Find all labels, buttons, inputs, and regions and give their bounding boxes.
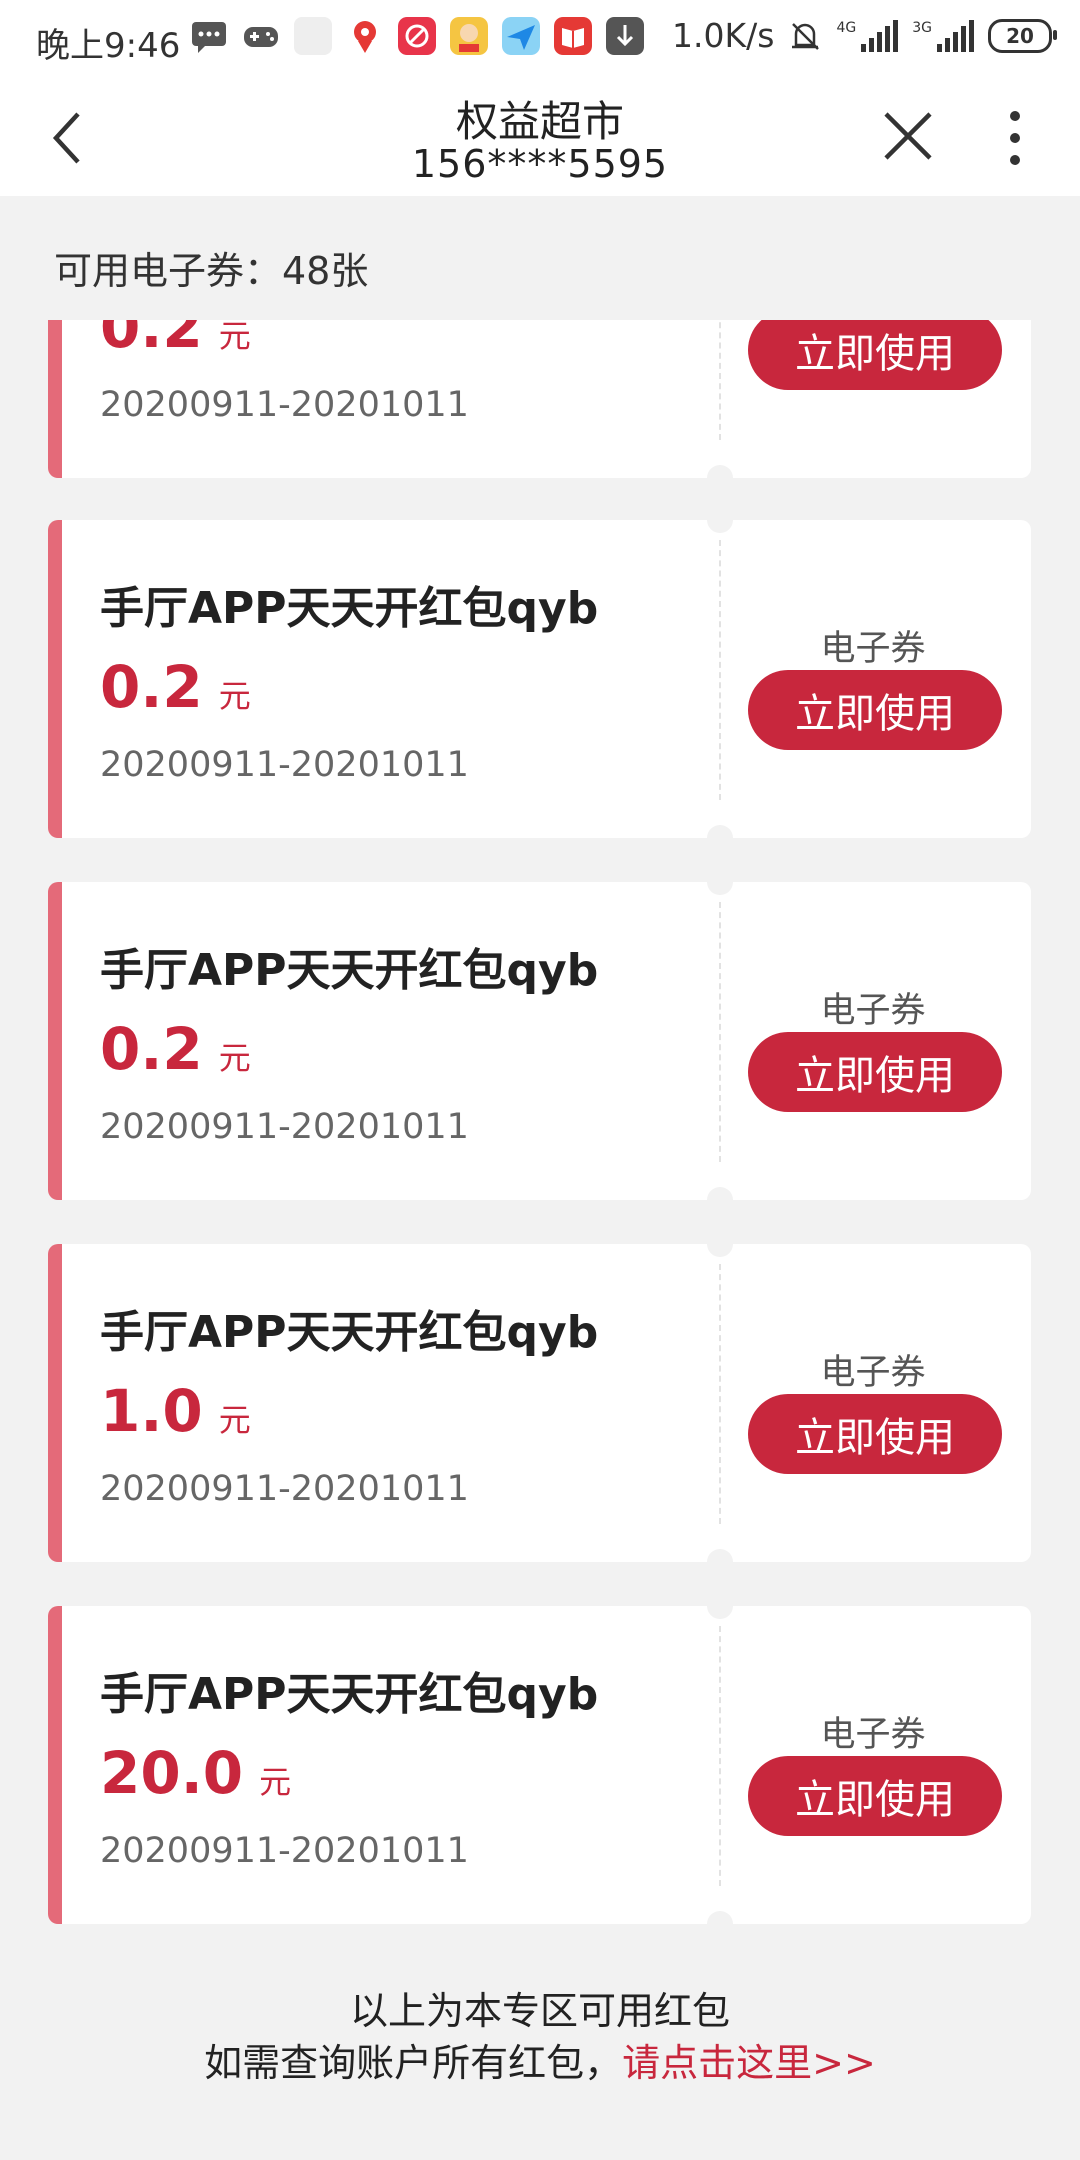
use-now-button[interactable]: 立即使用: [748, 1394, 1002, 1474]
blank-icon: [294, 17, 332, 55]
app-red-icon: [398, 17, 436, 55]
coupon-type: 电子券: [820, 1353, 926, 1393]
use-now-button[interactable]: 立即使用: [748, 1756, 1002, 1836]
mute-bell-icon: [792, 22, 820, 50]
coupon-card: 手厅APP天天开红包qyb 0.2 元 20200911-20201011 电子券…: [48, 882, 1031, 1200]
battery-icon: 20: [988, 18, 1057, 53]
game-icon: [244, 27, 278, 47]
map-icon: [354, 21, 376, 53]
card-divider: [719, 1264, 721, 1524]
coupon-list[interactable]: 0.2 元 20200911-20201011 立即使用 手厅APP天天开红包qy…: [0, 320, 1080, 1970]
book-app-icon: [554, 17, 592, 55]
view-all-redpackets-link[interactable]: 请点击这里>>: [622, 2041, 876, 2085]
coupon-count-bar: 可用电子券：48张: [0, 196, 1080, 320]
card-stripe: [48, 882, 62, 1200]
notification-icons: [190, 17, 644, 55]
coupon-title: 手厅APP天天开红包qyb: [100, 945, 599, 996]
card-divider: [719, 902, 721, 1162]
avatar-app-icon: [450, 17, 488, 55]
network-speed: 1.0K/s: [672, 16, 775, 55]
footer-line-1: 以上为本专区可用红包: [349, 1989, 730, 2033]
coupon-card: 手厅APP天天开红包qyb 0.2 元 20200911-20201011 电子券…: [48, 520, 1031, 838]
status-right: 1.0K/s 4G 3G 20: [672, 16, 1057, 55]
signal-4g-icon: 4G: [836, 19, 899, 52]
coupon-amount: 0.2 元: [100, 653, 251, 721]
coupon-amount: 20.0 元: [100, 1739, 292, 1807]
card-stripe: [48, 320, 62, 478]
coupon-card: 手厅APP天天开红包qyb 20.0 元 20200911-20201011 电子…: [48, 1606, 1031, 1924]
coupon-title: 手厅APP天天开红包qyb: [100, 583, 599, 634]
card-stripe: [48, 520, 62, 838]
coupon-title: 手厅APP天天开红包qyb: [100, 1669, 599, 1720]
coupon-type: 电子券: [820, 991, 926, 1031]
coupon-card: 手厅APP天天开红包qyb 1.0 元 20200911-20201011 电子券…: [48, 1244, 1031, 1562]
card-stripe: [48, 1606, 62, 1924]
coupon-card: 0.2 元 20200911-20201011 立即使用: [48, 320, 1031, 478]
use-now-button[interactable]: 立即使用: [748, 670, 1002, 750]
coupon-type: 电子券: [820, 1715, 926, 1755]
footer-note: 以上为本专区可用红包 如需查询账户所有红包，请点击这里>>: [0, 1985, 1080, 2089]
coupon-validity: 20200911-20201011: [100, 1831, 469, 1871]
card-divider: [719, 320, 721, 440]
coupon-type: 电子券: [820, 629, 926, 669]
card-stripe: [48, 1244, 62, 1562]
more-options-icon[interactable]: [995, 106, 1035, 170]
use-now-button[interactable]: 立即使用: [748, 1032, 1002, 1112]
plane-app-icon: [502, 17, 540, 55]
status-bar: 晚上9:46 1.0K/s 4G 3G 20: [0, 0, 1080, 78]
card-divider: [719, 1626, 721, 1886]
close-icon[interactable]: [880, 108, 936, 164]
coupon-validity: 20200911-20201011: [100, 385, 469, 425]
coupon-amount: 1.0 元: [100, 1377, 251, 1445]
coupon-validity: 20200911-20201011: [100, 745, 469, 785]
coupon-validity: 20200911-20201011: [100, 1469, 469, 1509]
coupon-amount: 0.2 元: [100, 320, 251, 361]
coupon-validity: 20200911-20201011: [100, 1107, 469, 1147]
card-divider: [719, 540, 721, 800]
nav-header: 权益超市 156****5595: [0, 78, 1080, 196]
coupon-amount: 0.2 元: [100, 1015, 251, 1083]
coupon-count: 可用电子券：48张: [54, 249, 369, 293]
download-icon: [606, 17, 644, 55]
footer-line-2: 如需查询账户所有红包，请点击这里>>: [204, 2041, 876, 2085]
use-now-button[interactable]: 立即使用: [748, 320, 1002, 390]
signal-3g-icon: 3G: [912, 19, 974, 52]
coupon-title: 手厅APP天天开红包qyb: [100, 1307, 599, 1358]
message-icon: [192, 22, 226, 53]
status-time: 晚上9:46: [36, 26, 181, 66]
